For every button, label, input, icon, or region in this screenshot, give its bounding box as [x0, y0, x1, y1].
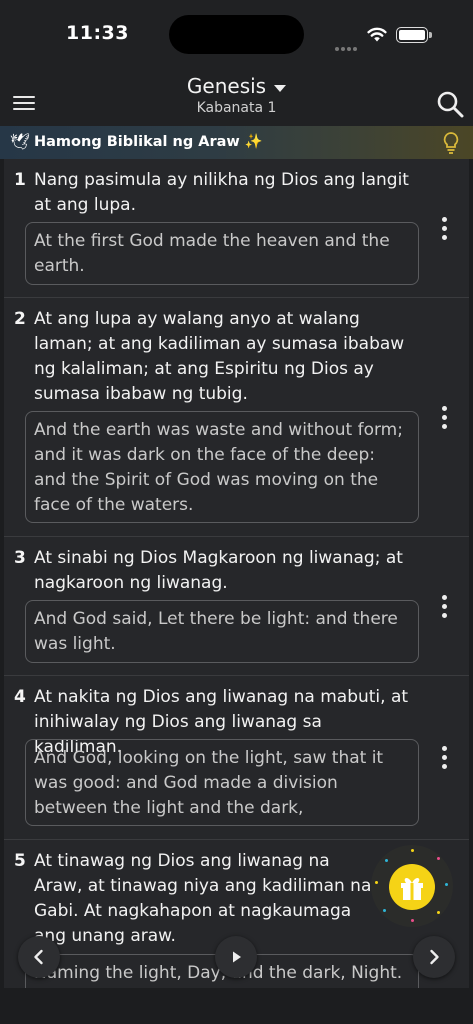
verse-number: 3 [14, 548, 26, 568]
chapter-label: Kabanata 1 [196, 100, 277, 116]
play-icon [233, 951, 241, 963]
cellular-signal-icon [335, 36, 359, 55]
gift-icon [389, 864, 435, 910]
translation-box: And God said, Let there be light: and th… [25, 600, 419, 663]
verse-number: 4 [14, 687, 26, 707]
translation-box: And the earth was waste and without form… [25, 411, 419, 523]
bottom-bar [0, 988, 473, 1024]
lightbulb-icon[interactable] [442, 131, 460, 155]
verse-text: At tinawag ng Dios ang liwanag na Araw, … [34, 851, 372, 946]
next-chapter-button[interactable] [413, 936, 455, 978]
search-icon[interactable] [436, 90, 464, 118]
banner-text: Hamong Biblikal ng Araw ✨ [34, 134, 263, 150]
verse-card-3[interactable]: 3 At sinabi ng Dios Magkaroon ng liwanag… [4, 537, 469, 676]
gift-button[interactable] [371, 845, 453, 927]
more-vertical-icon[interactable] [440, 746, 448, 770]
play-audio-button[interactable] [215, 936, 257, 978]
verse-number: 2 [14, 309, 26, 329]
dynamic-island [169, 15, 304, 54]
verse-text: Nang pasimula ay nilikha ng Dios ang lan… [34, 170, 409, 215]
verse-text: At ang lupa ay walang anyo at walang lam… [34, 309, 405, 404]
daily-challenge-banner[interactable]: 🕊 Hamong Biblikal ng Araw ✨ [0, 126, 473, 159]
status-bar: 11:33 [0, 0, 473, 70]
status-time: 11:33 [66, 22, 129, 44]
wifi-icon [367, 27, 387, 42]
more-vertical-icon[interactable] [440, 406, 448, 430]
translation-box: At the first God made the heaven and the… [25, 222, 419, 285]
app-header: Genesis Kabanata 1 [0, 70, 473, 126]
book-selector[interactable]: Genesis [0, 74, 473, 98]
chevron-right-icon [430, 949, 439, 965]
verse-card-1[interactable]: 1 Nang pasimula ay nilikha ng Dios ang l… [4, 159, 469, 298]
chevron-left-icon [34, 949, 43, 965]
verse-number: 1 [14, 170, 26, 190]
verse-number: 5 [14, 851, 26, 871]
book-title: Genesis [186, 74, 267, 98]
verse-card-4[interactable]: 4 At nakita ng Dios ang liwanag na mabut… [4, 676, 469, 840]
dove-icon: 🕊 [10, 132, 31, 151]
more-vertical-icon[interactable] [440, 595, 448, 619]
more-vertical-icon[interactable] [440, 217, 448, 241]
verse-text: At sinabi ng Dios Magkaroon ng liwanag; … [34, 548, 403, 593]
translation-box: And God, looking on the light, saw that … [25, 739, 419, 826]
chevron-down-icon [274, 85, 287, 92]
verse-card-2[interactable]: 2 At ang lupa ay walang anyo at walang l… [4, 298, 469, 537]
battery-icon [396, 27, 432, 43]
previous-chapter-button[interactable] [18, 936, 60, 978]
